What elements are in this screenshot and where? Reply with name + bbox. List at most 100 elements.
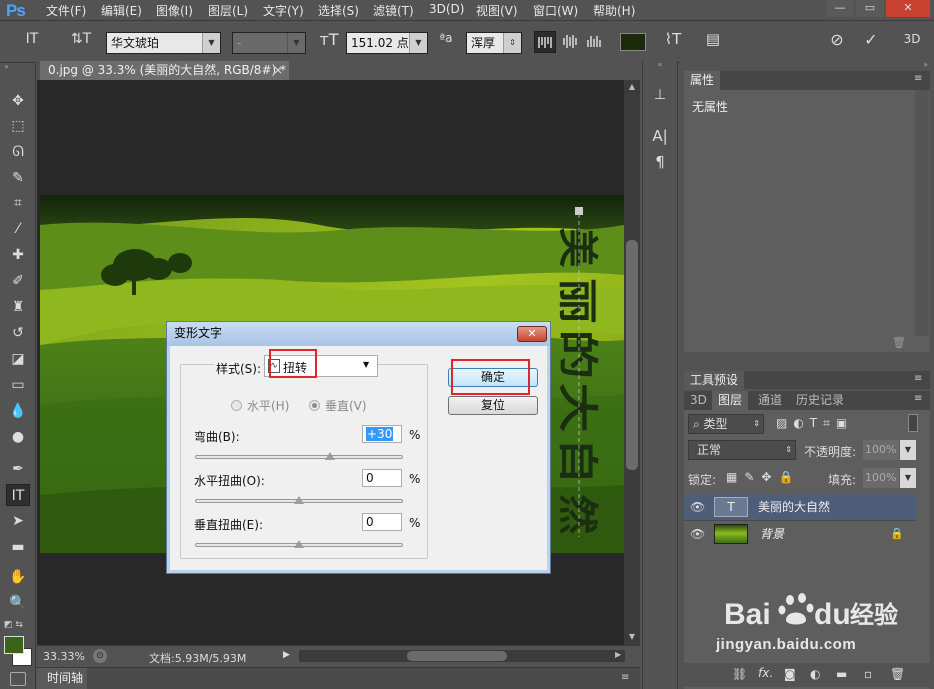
panel-menu-icon[interactable]: ≡ [621,672,629,683]
type-tool-preset-icon[interactable]: ⅠT [20,31,44,47]
path-select-tool-icon[interactable]: ➤ [6,510,30,532]
reset-button[interactable]: 复位 [448,396,538,415]
vertical-scrollbar[interactable]: ▲ ▼ [624,80,640,645]
align-center-button[interactable] [560,31,582,53]
menu-select[interactable]: 选择(S) [318,2,359,19]
eraser-tool-icon[interactable]: ◪ [6,348,30,370]
close-button[interactable]: ✕ [886,0,930,17]
type-tool-icon[interactable]: ⅠT [6,484,30,506]
quick-mask-icon[interactable] [10,672,26,686]
menu-3d[interactable]: 3D(D) [429,2,464,16]
menu-file[interactable]: 文件(F) [46,2,86,19]
tab-channels[interactable]: 通道 [752,391,789,410]
collapse-handle[interactable]: » [4,63,32,71]
restore-button[interactable]: ▭ [856,0,884,17]
link-icon[interactable]: ⛓ [732,667,747,681]
vertical-scroll-thumb[interactable] [626,240,638,470]
eyedropper-tool-icon[interactable]: ⁄ [6,218,30,240]
filter-toggle-switch[interactable] [908,414,918,432]
bend-input[interactable]: +30 [362,425,402,443]
tool-presets-icon[interactable]: ⊥ [649,87,671,109]
visibility-eye-icon[interactable]: 👁 [690,521,705,547]
trash-icon[interactable]: 🗑 [890,667,905,681]
toggle-orientation-icon[interactable]: ⇅T [70,31,92,47]
lasso-tool-icon[interactable]: ᘏ [6,141,30,163]
layer-name[interactable]: 美丽的大自然 [758,494,830,520]
commit-icon[interactable]: ✓ [860,30,882,49]
document-tab[interactable]: 0.jpg @ 33.3% (美丽的大自然, RGB/8#) * × [40,61,289,80]
properties-scrollbar[interactable] [915,90,929,336]
align-right-button[interactable] [584,31,606,53]
stamp-tool-icon[interactable]: ♜ [6,296,30,318]
move-tool-icon[interactable]: ✥ [6,90,30,112]
menu-filter[interactable]: 滤镜(T) [373,2,414,19]
status-expand-icon[interactable]: ▶ [283,650,293,660]
panel-menu-icon[interactable]: ≡ [914,393,922,404]
align-left-button[interactable] [534,31,556,53]
new-layer-icon[interactable]: ▫ [864,667,872,681]
rectangle-tool-icon[interactable]: ▬ [6,536,30,558]
tab-history[interactable]: 历史记录 [790,391,851,410]
scroll-down-arrow[interactable]: ▼ [625,632,639,644]
opacity-dropdown-icon[interactable]: ▼ [900,440,916,460]
scroll-right-arrow[interactable]: ▶ [615,650,625,659]
menu-edit[interactable]: 编辑(E) [101,2,142,19]
text-anchor-handle[interactable] [575,207,583,215]
dialog-close-button[interactable]: ✕ [517,326,547,342]
tab-3d[interactable]: 3D [684,391,713,410]
marquee-tool-icon[interactable]: ⬚ [6,115,30,137]
character-panel-icon[interactable]: A| [649,127,671,149]
fx-icon[interactable]: fx. [758,666,773,680]
character-panel-icon[interactable]: ▤ [702,30,724,48]
antialias-select[interactable]: 浑厚 ⇕ [466,32,522,54]
minimize-button[interactable]: — [826,0,854,17]
healing-brush-tool-icon[interactable]: ✚ [6,244,30,266]
blur-tool-icon[interactable]: 💧 [6,400,30,422]
tab-tool-presets[interactable]: 工具预设 [684,371,745,390]
tab-properties[interactable]: 属性 [684,71,721,90]
fill-dropdown-icon[interactable]: ▼ [900,468,916,488]
menu-help[interactable]: 帮助(H) [593,2,635,19]
hand-tool-icon[interactable]: ✋ [6,566,30,588]
brush-tool-icon[interactable]: ✐ [6,270,30,292]
panel-menu-icon[interactable]: ≡ [914,73,922,84]
layer-row-background[interactable]: 👁 背景 🔒 [684,520,917,546]
cancel-icon[interactable]: ⊘ [826,30,848,49]
horizontal-scroll-thumb[interactable] [407,651,507,661]
quick-select-tool-icon[interactable]: ✎ [6,167,30,189]
close-tab-icon[interactable]: × [273,61,283,79]
tab-layers[interactable]: 图层 [712,391,749,410]
dodge-tool-icon[interactable]: ● [6,426,30,448]
gradient-tool-icon[interactable]: ▭ [6,374,30,396]
layer-row-text[interactable]: 👁 T 美丽的大自然 [684,494,917,520]
lock-icons[interactable]: ▦✎✥🔒 [726,470,800,484]
font-size-select[interactable]: 151.02 点 ▼ [346,32,428,54]
history-brush-tool-icon[interactable]: ↺ [6,322,30,344]
create-3d-button[interactable]: 3D [898,32,926,46]
opacity-input[interactable]: 100% [863,440,899,460]
timeline-tab[interactable]: 时间轴 [37,668,87,689]
horizontal-distortion-input[interactable]: 0 [362,469,402,487]
fill-input[interactable]: 100% [863,468,899,488]
panel-menu-icon[interactable]: ≡ [914,373,922,384]
vertical-radio[interactable] [309,400,320,411]
paragraph-panel-icon[interactable]: ¶ [649,153,671,175]
layer-name[interactable]: 背景 [760,521,784,547]
folder-icon[interactable]: ▬ [836,667,847,681]
bend-slider-track[interactable] [195,455,403,459]
warped-text-layer[interactable]: 美丽的大自然 [548,207,608,537]
zoom-level[interactable]: 33.33% [43,650,85,663]
pen-tool-icon[interactable]: ✒ [6,458,30,480]
menu-image[interactable]: 图像(I) [156,2,193,19]
adjustment-icon[interactable]: ◐ [810,667,820,681]
text-color-swatch[interactable] [620,33,646,51]
collapse-handle[interactable]: » [680,61,934,69]
zoom-tool-icon[interactable]: 🔍 [6,592,30,614]
scroll-up-arrow[interactable]: ▲ [625,82,639,94]
bend-slider-thumb[interactable] [325,452,336,460]
menu-type[interactable]: 文字(Y) [263,2,304,19]
warp-text-icon[interactable]: ⌇T [662,30,684,48]
layer-filter-icons[interactable]: ▨◐T⌗▣ [776,416,853,431]
blend-mode-select[interactable]: 正常 ⇕ [688,440,796,460]
menu-window[interactable]: 窗口(W) [533,2,578,19]
